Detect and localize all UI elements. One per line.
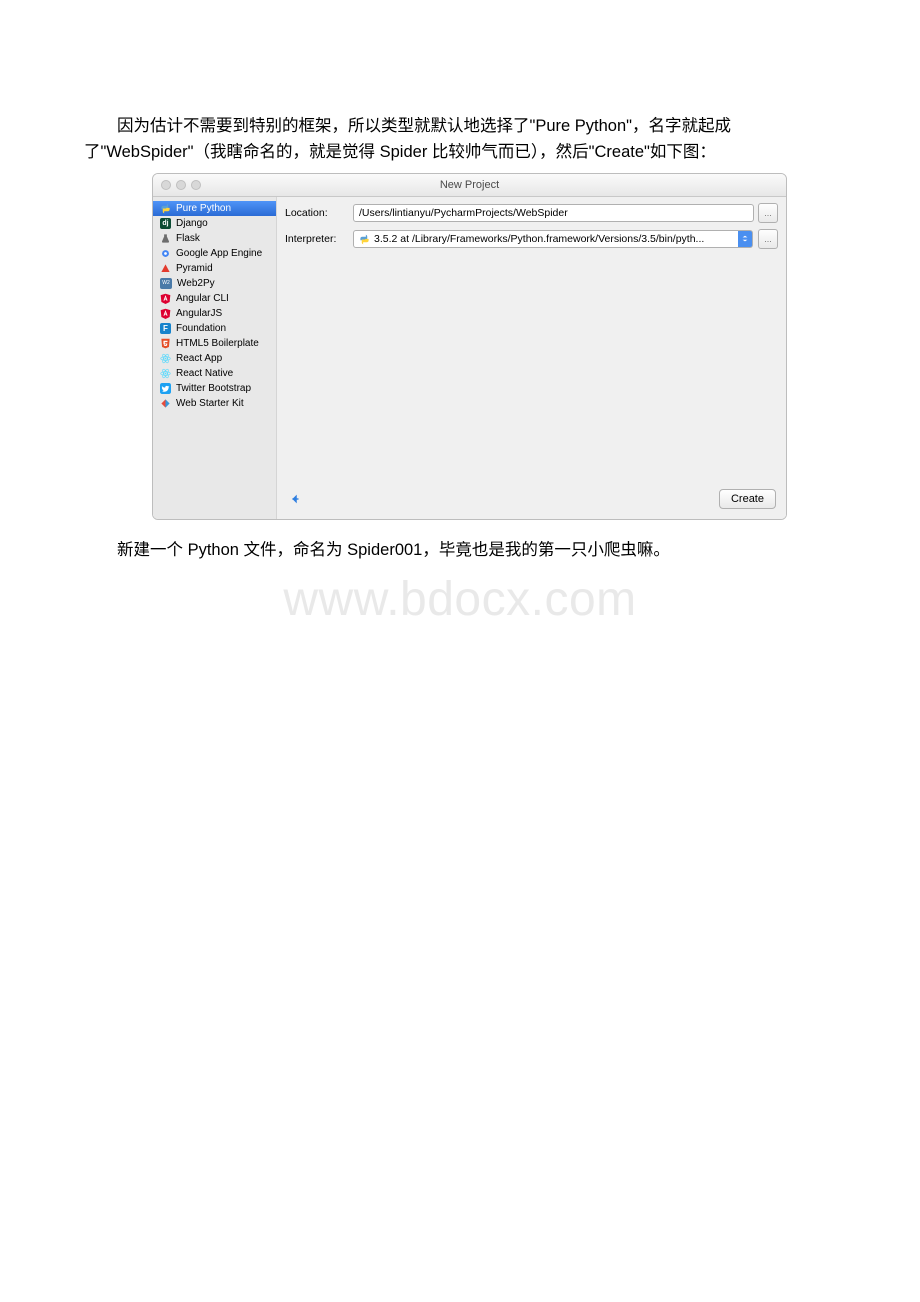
foundation-icon: F xyxy=(160,323,171,334)
interpreter-select[interactable]: 3.5.2 at /Library/Frameworks/Python.fram… xyxy=(353,230,739,248)
sidebar-item-label: Pyramid xyxy=(176,263,213,274)
sidebar-item-web-starter-kit[interactable]: Web Starter Kit xyxy=(153,396,276,411)
sidebar-item-label: Django xyxy=(176,218,208,229)
sidebar-item-angularjs[interactable]: AngularJS xyxy=(153,306,276,321)
sidebar-item-flask[interactable]: Flask xyxy=(153,231,276,246)
python-icon xyxy=(359,234,370,245)
sidebar-item-pure-python[interactable]: Pure Python xyxy=(153,201,276,216)
watermark: www.bdocx.com xyxy=(84,572,836,627)
sidebar-item-html5[interactable]: HTML5 Boilerplate xyxy=(153,336,276,351)
sidebar-item-pyramid[interactable]: Pyramid xyxy=(153,261,276,276)
paragraph-2-text: 新建一个 Python 文件，命名为 Spider001，毕竟也是我的第一只小爬… xyxy=(117,541,670,559)
location-row: Location: /Users/lintianyu/PycharmProjec… xyxy=(285,203,778,223)
react-icon xyxy=(160,368,171,379)
flask-icon xyxy=(160,233,171,244)
dialog-footer: Create xyxy=(277,483,786,519)
interpreter-value: 3.5.2 at /Library/Frameworks/Python.fram… xyxy=(374,233,704,245)
sidebar-item-label: Pure Python xyxy=(176,203,231,214)
bootstrap-icon xyxy=(160,383,171,394)
sidebar-item-label: HTML5 Boilerplate xyxy=(176,338,259,349)
sidebar-item-label: Web Starter Kit xyxy=(176,398,244,409)
sidebar-item-label: React App xyxy=(176,353,222,364)
location-label: Location: xyxy=(285,207,353,219)
zoom-icon[interactable] xyxy=(191,180,201,190)
interpreter-settings-button[interactable]: ... xyxy=(758,229,778,249)
close-icon[interactable] xyxy=(161,180,171,190)
pyramid-icon xyxy=(160,263,171,274)
paragraph-1-text: 因为估计不需要到特别的框架，所以类型就默认地选择了"Pure Python"，名… xyxy=(84,117,731,161)
dialog-main-panel: Location: /Users/lintianyu/PycharmProjec… xyxy=(277,197,786,519)
interpreter-row: Interpreter: 3.5.2 at /Library/Framework… xyxy=(285,229,778,249)
minimize-icon[interactable] xyxy=(176,180,186,190)
create-button[interactable]: Create xyxy=(719,489,776,509)
paragraph-1: 因为估计不需要到特别的框架，所以类型就默认地选择了"Pure Python"，名… xyxy=(84,114,836,165)
web2py-icon: W2 xyxy=(160,278,172,289)
sidebar-item-label: AngularJS xyxy=(176,308,222,319)
python-icon xyxy=(160,203,171,214)
interpreter-dropdown-arrow[interactable] xyxy=(738,230,753,248)
back-button[interactable] xyxy=(287,491,303,507)
sidebar-item-label: React Native xyxy=(176,368,233,379)
sidebar-item-react-native[interactable]: React Native xyxy=(153,366,276,381)
sidebar-item-django[interactable]: dj Django xyxy=(153,216,276,231)
project-type-sidebar: Pure Python dj Django Flask Google A xyxy=(153,197,277,519)
new-project-dialog-screenshot: New Project Pure Python dj Django xyxy=(152,173,787,520)
django-icon: dj xyxy=(160,218,171,229)
sidebar-item-foundation[interactable]: F Foundation xyxy=(153,321,276,336)
sidebar-item-web2py[interactable]: W2 Web2Py xyxy=(153,276,276,291)
react-icon xyxy=(160,353,171,364)
location-value: /Users/lintianyu/PycharmProjects/WebSpid… xyxy=(359,207,568,219)
sidebar-item-label: Web2Py xyxy=(177,278,215,289)
sidebar-item-react-app[interactable]: React App xyxy=(153,351,276,366)
gae-icon xyxy=(160,248,171,259)
browse-button[interactable]: ... xyxy=(758,203,778,223)
html5-icon xyxy=(160,338,171,349)
dialog-title: New Project xyxy=(440,179,499,191)
location-input[interactable]: /Users/lintianyu/PycharmProjects/WebSpid… xyxy=(353,204,754,222)
paragraph-2: 新建一个 Python 文件，命名为 Spider001，毕竟也是我的第一只小爬… xyxy=(84,538,836,564)
window-controls xyxy=(161,180,201,190)
sidebar-item-label: Foundation xyxy=(176,323,226,334)
sidebar-item-label: Flask xyxy=(176,233,200,244)
sidebar-item-twitter-bootstrap[interactable]: Twitter Bootstrap xyxy=(153,381,276,396)
sidebar-item-label: Angular CLI xyxy=(176,293,229,304)
angular-icon xyxy=(160,293,171,304)
angular-icon xyxy=(160,308,171,319)
sidebar-item-gae[interactable]: Google App Engine xyxy=(153,246,276,261)
dialog-body: Pure Python dj Django Flask Google A xyxy=(153,197,786,519)
dialog-titlebar: New Project xyxy=(153,174,786,197)
interpreter-label: Interpreter: xyxy=(285,233,353,245)
sidebar-item-angular-cli[interactable]: Angular CLI xyxy=(153,291,276,306)
sidebar-item-label: Google App Engine xyxy=(176,248,262,259)
document-page: 因为估计不需要到特别的框架，所以类型就默认地选择了"Pure Python"，名… xyxy=(0,0,920,1302)
wsk-icon xyxy=(160,398,171,409)
sidebar-item-label: Twitter Bootstrap xyxy=(176,383,251,394)
